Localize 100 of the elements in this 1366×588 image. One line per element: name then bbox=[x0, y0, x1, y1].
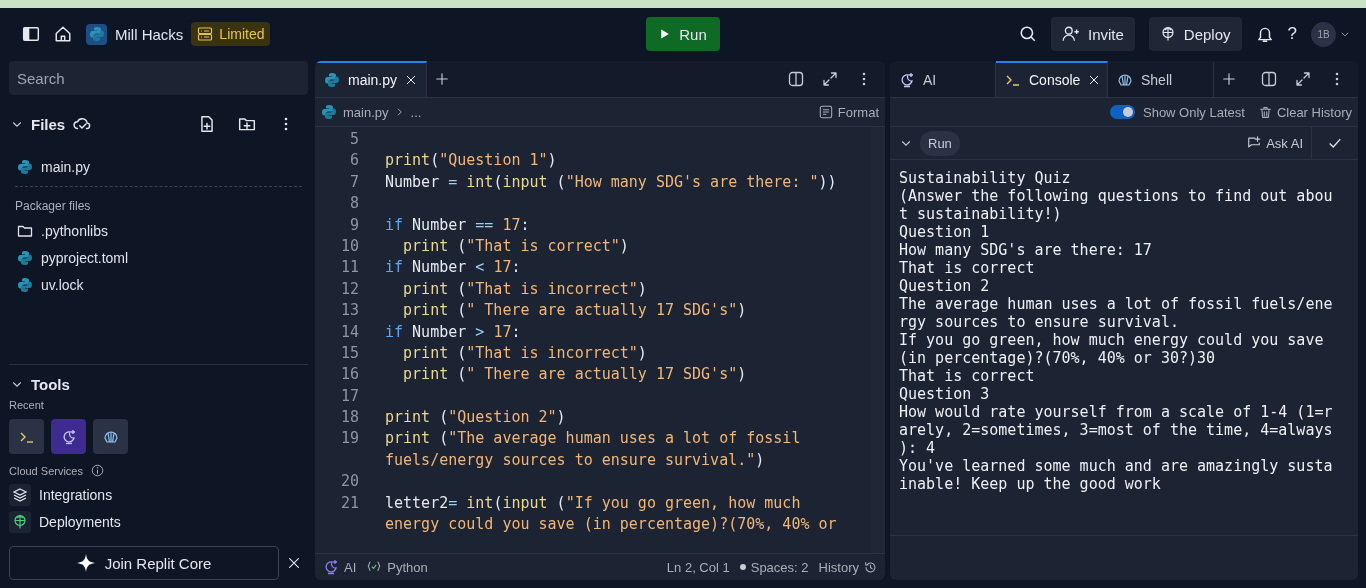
user-avatar[interactable]: 1B bbox=[1311, 21, 1336, 47]
home-icon[interactable] bbox=[54, 25, 72, 43]
console-output-line: rgy sources to ensure survival. bbox=[899, 313, 1180, 331]
breadcrumb-item[interactable]: ... bbox=[410, 104, 422, 120]
python-icon bbox=[324, 72, 340, 88]
line-number: 14 bbox=[340, 322, 359, 341]
service-item[interactable]: Integrations bbox=[39, 486, 113, 503]
server-icon bbox=[197, 26, 214, 42]
python-icon bbox=[17, 276, 33, 293]
chevron-down-icon[interactable] bbox=[1340, 29, 1350, 39]
plus-icon[interactable] bbox=[435, 72, 450, 86]
code-line: print ("The average human uses a lot of fossil bbox=[385, 428, 801, 450]
console-output-line: How would rate yourself from a scale of 1-4 (1=r bbox=[899, 403, 1334, 421]
line-number: 13 bbox=[340, 301, 359, 320]
file-item[interactable]: .pythonlibs bbox=[41, 222, 108, 239]
bell-icon[interactable] bbox=[1255, 25, 1274, 43]
toggle-label: Show Only Latest bbox=[1143, 104, 1245, 120]
search-icon[interactable] bbox=[1018, 25, 1037, 43]
console-output-line: Sustainability Quiz bbox=[899, 169, 1072, 187]
console-output-line: That is correct bbox=[899, 259, 1036, 277]
search-field[interactable]: Search bbox=[9, 61, 308, 95]
code-line: print ("Question 2") bbox=[385, 407, 566, 429]
line-number: 12 bbox=[340, 279, 359, 298]
line-number: 10 bbox=[340, 236, 359, 255]
section-label: Recent bbox=[9, 398, 45, 413]
expand-icon[interactable] bbox=[822, 71, 838, 87]
console-output-line: Question 1 bbox=[899, 223, 991, 241]
panel-tab[interactable]: Console bbox=[996, 61, 1108, 97]
new-folder-icon[interactable] bbox=[238, 115, 256, 133]
invite-button[interactable]: Invite bbox=[1050, 17, 1135, 51]
code-line: print ("That is correct") bbox=[403, 235, 629, 257]
service-item[interactable]: Deployments bbox=[39, 513, 121, 530]
tool-button[interactable] bbox=[9, 419, 44, 454]
file-item[interactable]: main.py bbox=[41, 158, 91, 175]
console-output-line: That is correct bbox=[899, 367, 1036, 385]
indent-setting[interactable]: Spaces: 2 bbox=[750, 559, 809, 575]
console-output-line: Question 3 bbox=[899, 385, 991, 403]
close-icon[interactable] bbox=[405, 74, 418, 86]
chat-sparkle-icon bbox=[1247, 136, 1262, 150]
section-title[interactable]: Tools bbox=[31, 375, 70, 393]
new-file-icon[interactable] bbox=[198, 115, 216, 133]
console-output-line: The average human uses a lot of fossil fuels/ene bbox=[899, 295, 1334, 313]
console-output-line: If you go green, how much energy could you save bbox=[899, 331, 1325, 349]
plan-badge[interactable]: Limited bbox=[191, 22, 271, 46]
code-line: print("Question 1") bbox=[385, 150, 557, 172]
sparkle-icon bbox=[76, 554, 95, 572]
format-button[interactable]: Format bbox=[818, 104, 879, 120]
format-icon bbox=[818, 105, 833, 119]
line-number: 8 bbox=[349, 194, 359, 213]
console-output-line: ): 4 bbox=[899, 439, 937, 457]
code-line: print (" There are actually 17 SDG's") bbox=[403, 364, 747, 386]
code-line: print ("That is incorrect") bbox=[403, 342, 647, 364]
file-item[interactable]: pyproject.toml bbox=[41, 249, 129, 266]
clear-history-button[interactable]: Clear History bbox=[1258, 104, 1352, 120]
file-item[interactable]: uv.lock bbox=[41, 276, 84, 293]
breadcrumb-item[interactable]: main.py bbox=[343, 104, 389, 120]
close-icon[interactable] bbox=[287, 556, 301, 570]
trash-icon bbox=[1258, 105, 1272, 119]
plus-icon[interactable] bbox=[1222, 72, 1236, 86]
code-line: print (" There are actually 17 SDG's") bbox=[403, 300, 747, 322]
info-icon[interactable] bbox=[91, 464, 104, 477]
help-button[interactable]: ? bbox=[1287, 24, 1297, 44]
code-line: fuels/energy sources to ensure survival.") bbox=[385, 449, 765, 471]
language-button[interactable]: Python bbox=[366, 559, 428, 575]
tool-button[interactable] bbox=[51, 419, 86, 454]
join-core-button[interactable]: Join Replit Core bbox=[9, 546, 279, 580]
line-number: 6 bbox=[349, 151, 359, 170]
toggle-switch[interactable] bbox=[1110, 105, 1135, 119]
console-output-line: You've learned some much and are amazingly susta bbox=[899, 457, 1334, 475]
line-number: 9 bbox=[349, 215, 359, 234]
expand-icon[interactable] bbox=[1295, 71, 1311, 87]
console-output-line: How many SDG's are there: 17 bbox=[899, 241, 1153, 259]
history-icon bbox=[864, 560, 877, 574]
close-icon[interactable] bbox=[1088, 74, 1101, 86]
section-label: Cloud Services bbox=[9, 464, 83, 477]
ask-ai-button[interactable]: Ask AI bbox=[1247, 135, 1303, 151]
repl-name[interactable]: Mill Hacks bbox=[115, 25, 184, 43]
line-number: 7 bbox=[349, 172, 359, 191]
shell-icon bbox=[102, 428, 119, 445]
line-number: 15 bbox=[340, 343, 359, 362]
line-number: 5 bbox=[349, 130, 359, 148]
line-number: 16 bbox=[340, 365, 359, 384]
check-icon[interactable] bbox=[1328, 136, 1342, 150]
run-button[interactable]: Run bbox=[646, 17, 720, 51]
console-output-line: (Answer the following questions to find out abou bbox=[899, 187, 1334, 205]
sidebar-toggle-icon[interactable] bbox=[22, 25, 40, 43]
tool-button[interactable] bbox=[93, 419, 128, 454]
split-view-icon[interactable] bbox=[788, 71, 804, 87]
history-button[interactable]: History bbox=[818, 559, 877, 575]
line-number: 17 bbox=[340, 386, 359, 405]
cursor-position[interactable]: Ln 2, Col 1 bbox=[666, 559, 730, 575]
ai-button[interactable]: AI bbox=[323, 559, 357, 575]
code-line: print ("That is incorrect") bbox=[403, 278, 647, 300]
section-title[interactable]: Files bbox=[31, 115, 66, 133]
line-number: 11 bbox=[340, 258, 359, 277]
editor-tab[interactable]: main.py bbox=[315, 61, 428, 97]
split-view-icon[interactable] bbox=[1261, 71, 1277, 87]
console-output-line: (in percentage)?(70%, 40% or 30?)30 bbox=[899, 349, 1217, 367]
deploy-button[interactable]: Deploy bbox=[1148, 17, 1242, 51]
line-number: 18 bbox=[340, 408, 359, 427]
